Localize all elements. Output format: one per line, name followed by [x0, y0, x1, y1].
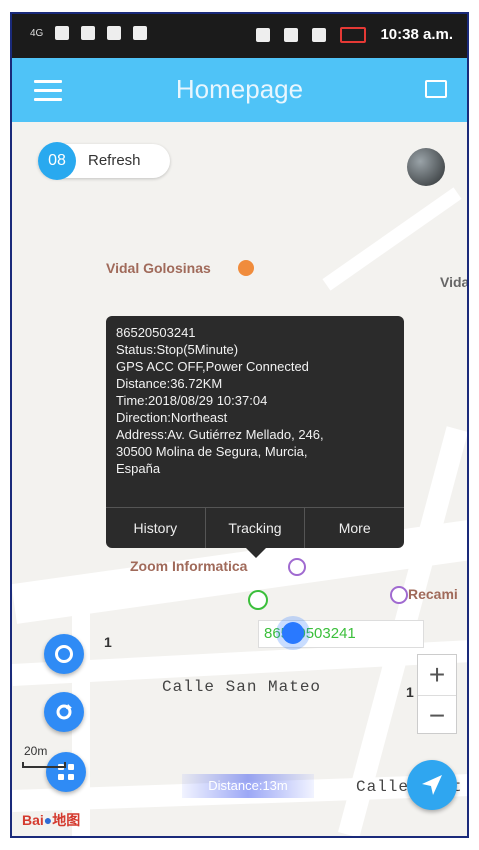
location-icon [256, 27, 271, 42]
baidu-logo: Bai●地图 [22, 810, 80, 830]
popup-line: Direction:Northeast [116, 410, 228, 425]
clock: 10:38 a.m. [380, 26, 453, 43]
paw-icon: ● [43, 812, 53, 828]
app-bar: Homepage [12, 58, 467, 122]
locate-icon [55, 645, 73, 663]
status-bar: 4G 10:38 a.m. [12, 14, 467, 58]
refresh-location-button[interactable] [44, 692, 84, 732]
history-button[interactable]: History [106, 508, 206, 548]
zoom-out-button[interactable]: − [418, 696, 456, 736]
popup-line: 30500 Molina de Segura, Murcia, [116, 444, 308, 459]
logo-text: Bai [22, 812, 44, 828]
chat-icon[interactable] [425, 80, 447, 98]
poi-label: Recami [408, 586, 458, 602]
vehicle-marker[interactable] [248, 590, 268, 610]
popup-line: Address:Av. Gutiérrez Mellado, 246, [116, 427, 324, 442]
message-icon [81, 26, 96, 40]
refresh-icon [56, 704, 72, 720]
zoom-control: + − [417, 654, 457, 734]
vibrate-icon [284, 27, 299, 42]
map-view[interactable]: 08 Refresh Vidal Golosinas Vida 86520503… [12, 122, 469, 836]
popup-line: Status:Stop(5Minute) [116, 342, 239, 357]
network-indicator: 4G [30, 27, 44, 39]
popup-line: España [116, 461, 161, 476]
battery-small-icon [107, 26, 122, 40]
poi-icon [390, 586, 408, 604]
signal-icon [55, 26, 70, 40]
distance-indicator: Distance:13m [182, 774, 314, 798]
house-number: 1 [406, 684, 414, 700]
popup-pointer [246, 548, 266, 558]
scale-label: 20m [24, 744, 48, 758]
popup-line: GPS ACC OFF,Power Connected [116, 359, 309, 374]
popup-line: Distance:36.72KM [116, 376, 223, 391]
poi-label: Vidal Golosinas [106, 260, 211, 276]
zoom-in-button[interactable]: + [418, 655, 456, 696]
poi-label: Zoom Informatica [130, 558, 248, 574]
street-label: Calle San Mateo [162, 678, 322, 696]
poi-label: Vida [440, 274, 469, 290]
device-info-popup: 86520503241 Status:Stop(5Minute) GPS ACC… [106, 316, 404, 558]
poi-icon [288, 558, 306, 576]
navigate-icon [422, 775, 442, 795]
battery-icon [340, 26, 367, 43]
refresh-label[interactable]: Refresh [88, 152, 141, 169]
popup-line: 86520503241 [116, 325, 196, 340]
menu-grid-button[interactable] [46, 752, 86, 792]
more-button[interactable]: More [305, 508, 404, 548]
popup-line: Time:2018/08/29 10:37:04 [116, 393, 268, 408]
poi-icon [238, 260, 254, 276]
device-label[interactable]: 86520503241 [264, 625, 356, 642]
scale-bar [22, 762, 66, 768]
locate-button[interactable] [44, 634, 84, 674]
street-label: Calle [356, 778, 410, 796]
tracking-button[interactable]: Tracking [206, 508, 306, 548]
device-location-marker[interactable] [282, 622, 304, 644]
refresh-count-badge[interactable]: 08 [38, 142, 76, 180]
calendar-icon [133, 26, 148, 40]
wifi-icon [312, 27, 327, 42]
logo-text-2: 地图 [52, 812, 81, 828]
page-title: Homepage [175, 74, 304, 104]
navigate-button[interactable] [407, 760, 457, 810]
house-number: 1 [104, 634, 112, 650]
screen-frame: 4G 10:38 a.m. Homepage 08 Refresh Vidal … [10, 12, 469, 838]
avatar[interactable] [407, 148, 445, 186]
